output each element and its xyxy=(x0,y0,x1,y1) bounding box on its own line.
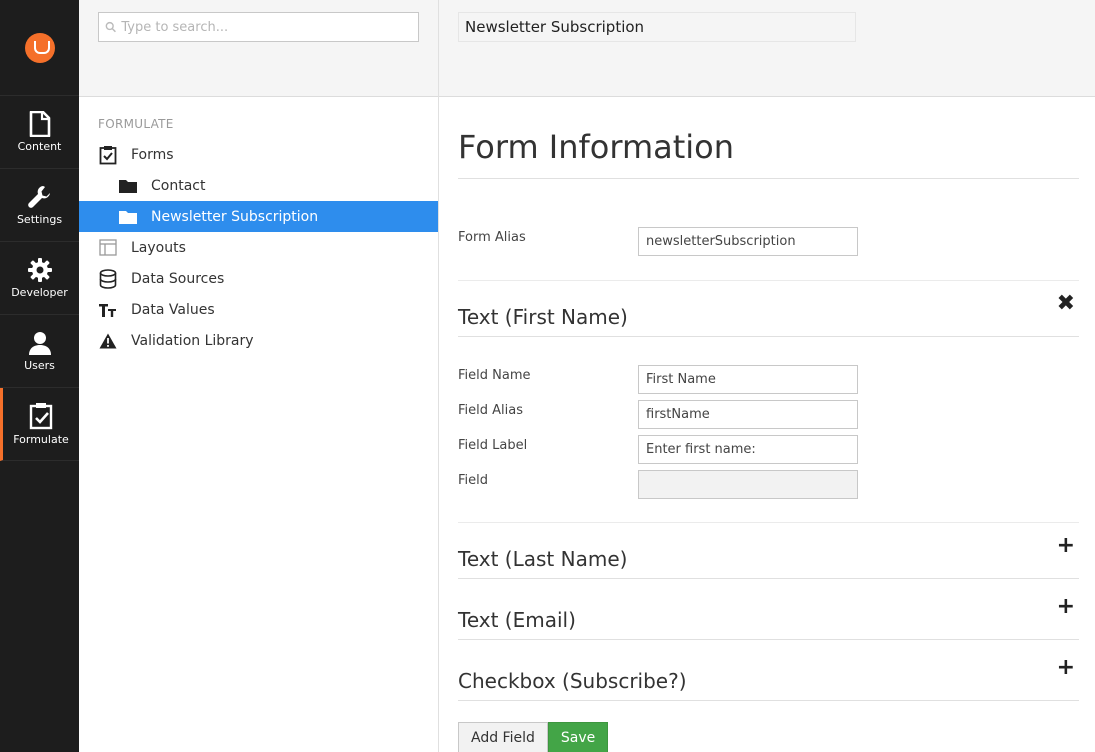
tree-item-label: Newsletter Subscription xyxy=(151,208,319,225)
editor-content: Form Information Form Alias Text (First … xyxy=(439,97,1095,752)
plus-icon[interactable]: + xyxy=(1057,596,1079,618)
app-nav-developer[interactable]: Developer xyxy=(0,242,79,315)
field-name-label: Field Name xyxy=(458,368,531,383)
field-alias-label: Field Alias xyxy=(458,403,523,418)
tree-item-layouts[interactable]: Layouts xyxy=(79,232,438,263)
clipboard-check-icon xyxy=(99,145,117,164)
folder-icon xyxy=(119,210,137,224)
field-type-row: Field xyxy=(458,467,1079,502)
document-icon xyxy=(29,111,50,137)
tree-item-label: Data Values xyxy=(131,301,215,318)
umbraco-logo-icon[interactable] xyxy=(24,32,55,63)
tree-item-data-sources[interactable]: Data Sources xyxy=(79,263,438,294)
field-title: Checkbox (Subscribe?) xyxy=(458,669,687,693)
field-name-input[interactable] xyxy=(638,365,858,394)
app-nav-label: Users xyxy=(24,359,55,372)
plus-icon[interactable]: + xyxy=(1057,535,1079,557)
app-nav-label: Formulate xyxy=(13,433,69,446)
user-icon xyxy=(28,332,51,355)
editor-panel: Form Information Form Alias Text (First … xyxy=(439,0,1095,752)
app-nav-users[interactable]: Users xyxy=(0,315,79,388)
tree-item-forms[interactable]: Forms xyxy=(79,139,438,170)
tree-item-data-values[interactable]: Data Values xyxy=(79,294,438,325)
field-name-row: Field Name xyxy=(458,362,1079,397)
field-header-subscribe: Checkbox (Subscribe?) + xyxy=(458,640,1079,701)
wrench-icon xyxy=(27,186,50,208)
tree-item-label: Data Sources xyxy=(131,270,225,287)
tree-panel: FORMULATE Forms Contact Newsletter Subsc… xyxy=(79,0,439,752)
layout-icon xyxy=(99,239,117,256)
app-nav-label: Developer xyxy=(11,286,68,299)
form-actions: Add Field Save xyxy=(458,722,1079,752)
clipboard-check-icon xyxy=(29,403,53,430)
tree-item-newsletter-subscription[interactable]: Newsletter Subscription xyxy=(79,201,438,232)
field-title: Text (First Name) xyxy=(458,305,628,329)
field-header-first-name: Text (First Name) ✖ xyxy=(458,281,1079,337)
form-alias-row: Form Alias xyxy=(458,224,1079,259)
form-alias-section: Form Alias xyxy=(458,179,1079,281)
warning-icon xyxy=(99,333,117,348)
tree-section-title: FORMULATE xyxy=(98,117,174,131)
save-button[interactable]: Save xyxy=(547,722,609,752)
database-icon xyxy=(99,268,117,289)
page-title: Form Information xyxy=(458,97,1079,179)
app-sidebar: Content Settings Developer Users Formula… xyxy=(0,0,79,752)
text-size-icon xyxy=(99,303,116,317)
tree-item-label: Forms xyxy=(131,146,174,163)
editor-header xyxy=(439,0,1095,97)
add-field-button[interactable]: Add Field xyxy=(458,722,548,752)
logo-area xyxy=(0,0,79,96)
search-icon xyxy=(105,21,116,33)
field-title: Text (Last Name) xyxy=(458,547,628,571)
field-body-first-name: Field Name Field Alias Field Label Field xyxy=(458,337,1079,523)
field-label-label: Field Label xyxy=(458,438,528,453)
app-nav-formulate[interactable]: Formulate xyxy=(0,388,79,461)
app-nav-label: Settings xyxy=(16,213,63,226)
app-nav-content[interactable]: Content xyxy=(0,96,79,169)
search-box xyxy=(98,12,419,42)
field-alias-input[interactable] xyxy=(638,400,858,429)
field-header-last-name: Text (Last Name) + xyxy=(458,523,1079,579)
form-alias-label: Form Alias xyxy=(458,230,526,245)
plus-icon[interactable]: + xyxy=(1057,657,1079,679)
field-alias-row: Field Alias xyxy=(458,397,1079,432)
form-alias-input[interactable] xyxy=(638,227,858,256)
form-name-input[interactable] xyxy=(458,12,856,42)
close-icon[interactable]: ✖ xyxy=(1057,293,1079,315)
tree-item-label: Contact xyxy=(151,177,206,194)
field-header-email: Text (Email) + xyxy=(458,579,1079,640)
field-label-input[interactable] xyxy=(638,435,858,464)
search-input[interactable] xyxy=(121,19,412,35)
app-nav-label: Content xyxy=(17,140,62,153)
folder-icon xyxy=(119,179,137,193)
gear-icon xyxy=(27,258,52,282)
field-type-label: Field xyxy=(458,473,489,488)
tree-item-label: Validation Library xyxy=(131,332,254,349)
field-label-row: Field Label xyxy=(458,432,1079,467)
app-nav-settings[interactable]: Settings xyxy=(0,169,79,242)
tree-header xyxy=(79,0,438,97)
field-title: Text (Email) xyxy=(458,608,576,632)
tree-item-contact[interactable]: Contact xyxy=(79,170,438,201)
tree-item-label: Layouts xyxy=(131,239,186,256)
field-type-input[interactable] xyxy=(638,470,858,499)
tree-item-validation-library[interactable]: Validation Library xyxy=(79,325,438,356)
